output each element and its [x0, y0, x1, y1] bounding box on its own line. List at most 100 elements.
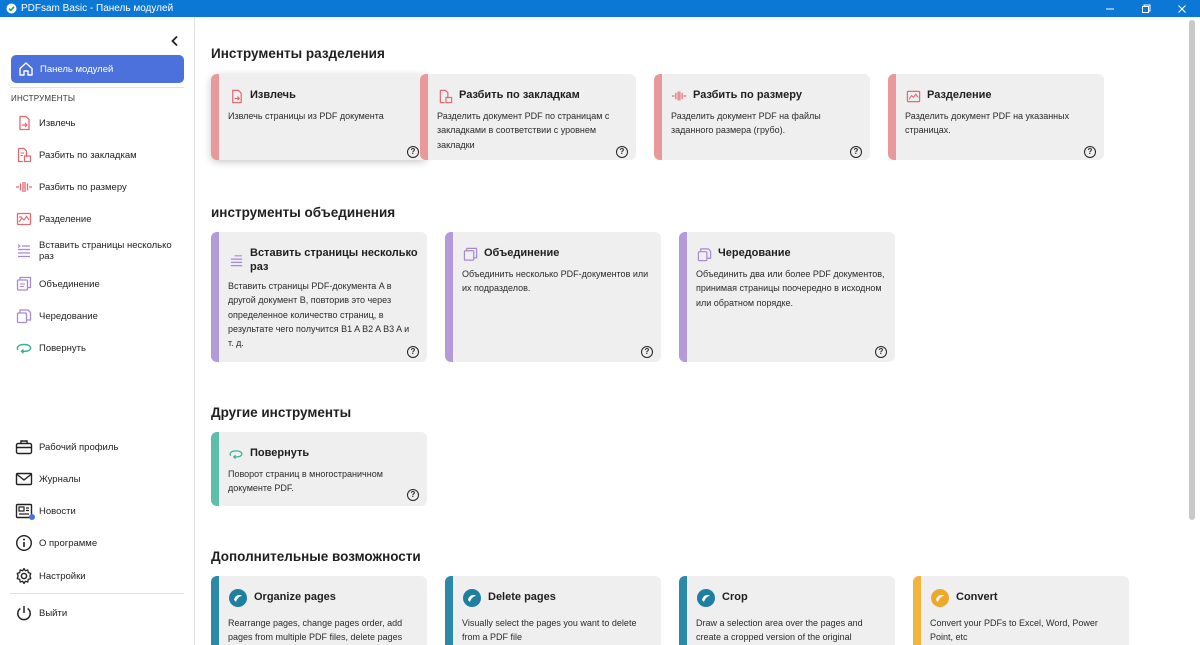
- merge-icon: [462, 246, 478, 262]
- sidebar-item-split-size[interactable]: Разбить по размеру: [13, 176, 189, 198]
- card-accent-bar: [211, 232, 219, 362]
- card-accent-bar: [654, 74, 662, 160]
- merge-icon: [13, 273, 35, 295]
- close-button[interactable]: [1164, 0, 1200, 17]
- power-icon: [13, 602, 35, 624]
- help-icon[interactable]: ?: [616, 146, 628, 158]
- sidebar-item-logs[interactable]: Журналы: [13, 468, 189, 490]
- help-icon[interactable]: ?: [1084, 146, 1096, 158]
- card-description: Объединить два или более PDF документов,…: [696, 269, 885, 308]
- tool-card-split-bookmarks[interactable]: Разбить по закладкам Разделить документ …: [420, 74, 636, 160]
- card-title: Извлечь: [250, 89, 296, 101]
- sidebar-item-settings[interactable]: Настройки: [13, 565, 189, 587]
- pdfsam-app-icon: [5, 3, 17, 15]
- sidebar-item-label: Разбить по размеру: [39, 181, 127, 193]
- workspace-icon: [13, 436, 35, 458]
- card-description: Разделить документ PDF по страницам с за…: [437, 111, 610, 150]
- logs-icon: [13, 468, 35, 490]
- insert-pages-icon: [228, 252, 244, 268]
- restore-button[interactable]: [1128, 0, 1164, 17]
- card-title: Разделение: [927, 89, 992, 101]
- pdfsam-enhanced-logo-icon: [228, 588, 248, 608]
- tool-card-organize-pages[interactable]: Organize pages Rearrange pages, change p…: [211, 576, 427, 645]
- minimize-button[interactable]: [1092, 0, 1128, 17]
- tool-card-split[interactable]: Разделение Разделить документ PDF на ука…: [888, 74, 1104, 160]
- card-description: Разделить документ PDF на указанных стра…: [905, 111, 1070, 136]
- alternate-mix-icon: [696, 246, 712, 262]
- section-heading-extra: Дополнительные возможности: [211, 549, 421, 564]
- collapse-sidebar-chevron-icon[interactable]: [168, 34, 182, 48]
- card-description: Извлечь страницы из PDF документа: [228, 111, 384, 121]
- tools-section-label: ИНСТРУМЕНТЫ: [11, 94, 76, 103]
- tool-card-crop[interactable]: Crop Draw a selection area over the page…: [679, 576, 895, 645]
- card-accent-bar: [211, 74, 219, 160]
- tool-card-extract[interactable]: Извлечь Извлечь страницы из PDF документ…: [211, 74, 427, 160]
- tool-card-merge[interactable]: Объединение Объединить несколько PDF-док…: [445, 232, 661, 362]
- sidebar-item-about[interactable]: О программе: [13, 532, 189, 554]
- card-description: Visually select the pages you want to de…: [462, 618, 637, 643]
- extract-icon: [228, 88, 244, 104]
- card-accent-bar: [211, 432, 219, 506]
- exit-label: Выйти: [39, 607, 68, 619]
- extract-icon: [13, 112, 35, 134]
- card-accent-bar: [211, 576, 219, 645]
- split-bookmarks-icon: [13, 144, 35, 166]
- help-icon[interactable]: ?: [641, 346, 653, 358]
- sidebar-item-label: Объединение: [39, 278, 100, 290]
- sidebar-item-news[interactable]: Новости: [13, 500, 189, 522]
- sidebar-item-merge[interactable]: Объединение: [13, 273, 189, 295]
- info-icon: [13, 532, 35, 554]
- split-size-icon: [671, 88, 687, 104]
- tool-card-insert-pages[interactable]: Вставить страницы несколько раз Вставить…: [211, 232, 427, 362]
- help-icon[interactable]: ?: [875, 346, 887, 358]
- tool-card-delete-pages[interactable]: Delete pages Visually select the pages y…: [445, 576, 661, 645]
- card-description: Поворот страниц в многостраничном докуме…: [228, 469, 383, 494]
- main-scrollbar[interactable]: [1189, 20, 1195, 520]
- help-icon[interactable]: ?: [407, 489, 419, 501]
- sidebar-divider: [10, 87, 184, 88]
- split-size-icon: [13, 176, 35, 198]
- window-title: PDFsam Basic - Панель модулей: [21, 3, 174, 14]
- card-description: Разделить документ PDF на файлы заданног…: [671, 111, 821, 136]
- sidebar-item-split-bookmarks[interactable]: Разбить по закладкам: [13, 144, 189, 166]
- sidebar-item-workspace[interactable]: Рабочий профиль: [13, 436, 189, 458]
- card-title: Разбить по размеру: [693, 89, 802, 101]
- card-accent-bar: [679, 232, 687, 362]
- dashboard-label: Панель модулей: [40, 63, 114, 75]
- tool-card-convert[interactable]: Convert Convert your PDFs to Excel, Word…: [913, 576, 1129, 645]
- card-title: Повернуть: [250, 447, 310, 459]
- sidebar-item-label: Чередование: [39, 310, 98, 322]
- sidebar-item-split[interactable]: Разделение: [13, 208, 189, 230]
- pdfsam-enhanced-logo-icon: [696, 588, 716, 608]
- dashboard-button[interactable]: Панель модулей: [11, 55, 184, 83]
- card-accent-bar: [913, 576, 921, 645]
- help-icon[interactable]: ?: [407, 346, 419, 358]
- sidebar-item-label: Журналы: [39, 473, 81, 485]
- sidebar-item-extract[interactable]: Извлечь: [13, 112, 189, 134]
- insert-pages-icon: [13, 240, 35, 262]
- help-icon[interactable]: ?: [850, 146, 862, 158]
- section-heading-other: Другие инструменты: [211, 405, 352, 420]
- sidebar-item-alternate-mix[interactable]: Чередование: [13, 305, 189, 327]
- card-title: Вставить страницы несколько раз: [250, 247, 418, 273]
- help-icon[interactable]: ?: [407, 146, 419, 158]
- tool-card-alternate-mix[interactable]: Чередование Объединить два или более PDF…: [679, 232, 895, 362]
- sidebar-item-insert-pages[interactable]: Вставить страницы несколько раз: [13, 240, 189, 262]
- sidebar-divider: [10, 593, 184, 594]
- tool-card-split-size[interactable]: Разбить по размеру Разделить документ PD…: [654, 74, 870, 160]
- title-bar: PDFsam Basic - Панель модулей: [0, 0, 1200, 17]
- split-icon: [905, 88, 921, 104]
- sidebar-item-label: Повернуть: [39, 342, 86, 354]
- home-icon: [16, 59, 36, 79]
- sidebar-item-label: Настройки: [39, 570, 86, 582]
- card-accent-bar: [445, 576, 453, 645]
- card-accent-bar: [445, 232, 453, 362]
- exit-button[interactable]: Выйти: [13, 602, 189, 624]
- pdfsam-convert-logo-icon: [930, 588, 950, 608]
- card-accent-bar: [888, 74, 896, 160]
- card-title: Crop: [722, 591, 748, 603]
- tool-card-rotate[interactable]: Повернуть Поворот страниц в многостранич…: [211, 432, 427, 506]
- sidebar-item-rotate[interactable]: Повернуть: [13, 337, 189, 359]
- card-title: Объединение: [484, 247, 560, 259]
- rotate-icon: [13, 337, 35, 359]
